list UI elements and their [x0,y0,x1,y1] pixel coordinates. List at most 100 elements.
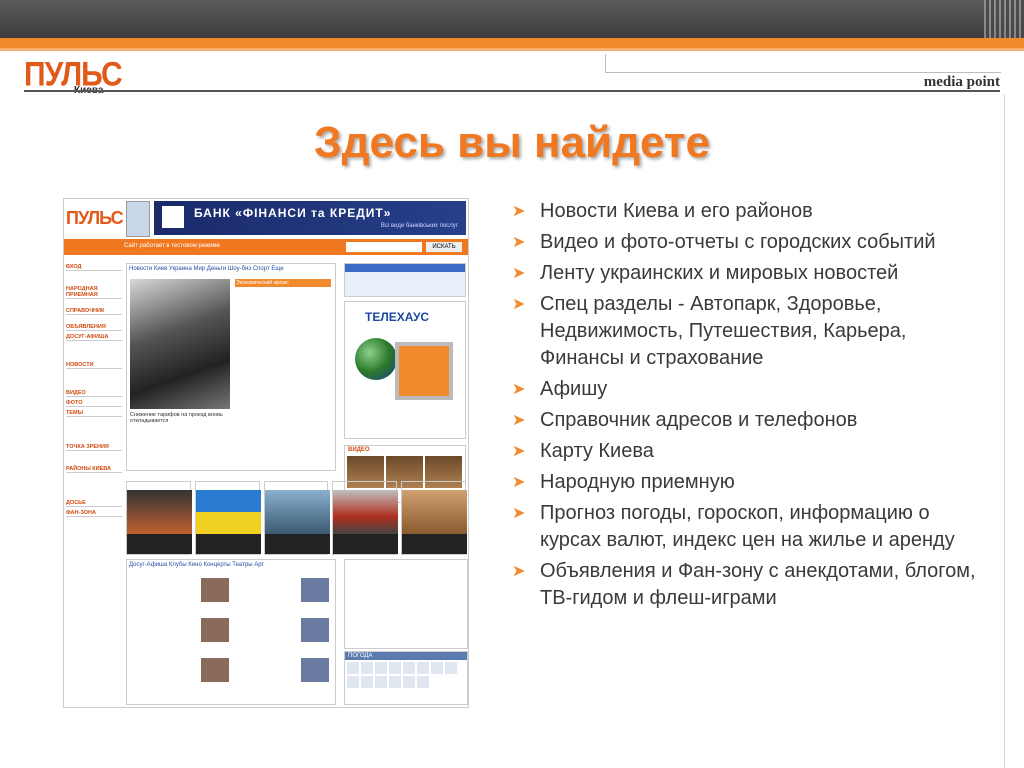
bullet-arrow-icon: ➤ [512,412,526,429]
nav-heading: ФОТО [66,400,122,407]
photo-tile [126,481,192,555]
feature-text: Новости Киева и его районов [540,200,813,222]
bullet-arrow-icon: ➤ [512,296,526,313]
currency-row [345,581,467,588]
nav-heading: НАРОДНАЯ ПРИЕМНАЯ [66,286,122,299]
weather-cell [417,676,429,688]
weather-cell [375,662,387,674]
video-label: ВИДЕО [348,447,370,453]
tile-image [195,490,261,534]
afisha-thumb [201,658,229,682]
tile-image [402,490,468,534]
feature-item: ➤ Афишу [512,376,982,403]
nav-heading: ОБЪЯВЛЕНИЯ [66,324,122,331]
bank-banner-title: БАНК «ФІНАНСИ та КРЕДИТ» [194,206,392,220]
tile-caption-bar [127,534,192,554]
feature-text: Видео и фото-отчеты с городских событий [540,231,936,253]
orange-band [0,38,1024,48]
feature-text: Справочник адресов и телефонов [540,409,858,431]
feature-item: ➤ Прогноз погоды, гороскоп, информацию о … [512,500,982,554]
bullet-arrow-icon: ➤ [512,505,526,522]
photo-tile [263,481,330,555]
bullet-arrow-icon: ➤ [512,203,526,220]
globe-icon [355,338,397,380]
site-search-bar: Сайт работает в тестовом режиме ИСКАТЬ [64,239,468,255]
afisha-row [131,576,331,606]
weather-cell [389,676,401,688]
logo-rule [24,90,1000,92]
bullet-arrow-icon: ➤ [512,265,526,282]
nav-heading: РАЙОНЫ КИЕВА [66,466,122,473]
photo-tile [401,481,468,555]
weather-cell [431,662,443,674]
bank-icon [162,206,184,228]
bank-banner-sub: Всі види банківських послуг [380,223,458,229]
weather-cell [375,676,387,688]
feature-text: Спец разделы - Автопарк, Здоровье, Недви… [540,293,907,369]
feature-item: ➤ Спец разделы - Автопарк, Здоровье, Недв… [512,291,982,372]
bank-banner: БАНК «ФІНАНСИ та КРЕДИТ» Всі види банків… [154,201,466,235]
feature-item: ➤ Народную приемную [512,469,982,496]
feature-text: Народную приемную [540,471,735,493]
weather-cell [361,676,373,688]
site-news-block: Новости Киев Украина Мир Деньги Шоу-биз … [126,263,336,471]
currency-table [344,559,468,649]
feature-text: Афишу [540,378,608,400]
magazine-thumb [126,201,150,237]
news-tabs: Новости Киев Украина Мир Деньги Шоу-биз … [129,266,284,272]
weather-cells [345,660,467,690]
tile-caption-bar [195,534,261,554]
site-test-link: Сайт работает в тестовом режиме [124,243,220,249]
orange-band-thin [0,48,1024,51]
weather-cell [347,662,359,674]
telehaus-ad: ТЕЛЕХАУС [344,301,466,439]
feature-item: ➤ Новости Киева и его районов [512,198,982,225]
nav-heading: ТЕМЫ [66,410,122,417]
afisha-thumb [201,578,229,602]
top-dark-bar [0,0,1024,38]
site-right-column: ТЕЛЕХАУС ВИДЕО [344,263,466,503]
tile-caption-bar [264,534,330,554]
slide-title: Здесь вы найдете [314,118,710,167]
right-rule [1004,94,1005,768]
photo-tile [194,481,261,555]
weather-cell [389,662,401,674]
afisha-row [131,616,331,646]
nav-item-block [66,457,122,463]
bullet-arrow-icon: ➤ [512,443,526,460]
site-search-button: ИСКАТЬ [426,242,462,252]
feature-text: Объявления и Фан-зону с анекдотами, блог… [540,560,976,609]
weather-cell [417,662,429,674]
bullet-arrow-icon: ➤ [512,381,526,398]
feature-item: ➤ Ленту украинских и мировых новостей [512,260,982,287]
bullet-arrow-icon: ➤ [512,563,526,580]
nav-heading: ДОСУГ-АФИША [66,334,122,341]
nav-item-block [66,315,122,321]
brand-label: media point [923,74,1000,90]
nav-item-block [66,491,122,497]
currency-row [345,567,467,574]
econ-panel-header [345,264,465,272]
news-photo [130,279,230,409]
nav-heading: ДОСЬЕ [66,500,122,507]
afisha-thumb [301,658,329,682]
tile-image [333,490,399,534]
photo-tiles [126,481,468,555]
bullet-arrow-icon: ➤ [512,234,526,251]
afisha-thumb [301,618,329,642]
nav-heading: ФАН-ЗОНА [66,510,122,517]
weather-cell [445,662,457,674]
news-list: Экономический кризис [235,279,331,287]
weather-label: ПОГОДА [345,652,467,660]
currency-row [345,560,467,567]
header-rule [605,54,1001,73]
feature-item: ➤ Видео и фото-отчеты с городских событий [512,229,982,256]
decorative-stripes [984,0,1024,38]
website-screenshot: ПУЛЬС БАНК «ФІНАНСИ та КРЕДИТ» Всі види … [63,198,469,708]
tile-caption-bar [402,534,468,554]
afisha-tabs: Досуг-Афиша Клубы Кино Концерты Театры А… [129,562,265,568]
afisha-row [131,656,331,686]
bullet-arrow-icon: ➤ [512,474,526,491]
nav-heading: ВИДЕО [66,390,122,397]
feature-item: ➤ Справочник адресов и телефонов [512,407,982,434]
